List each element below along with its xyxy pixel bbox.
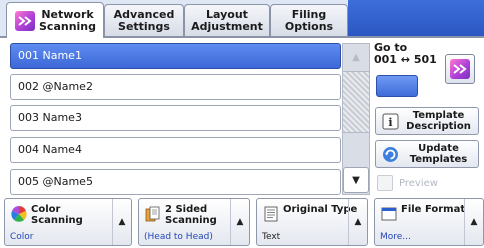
scroll-down-button[interactable]: ▼ — [343, 167, 369, 193]
scrollbar-thumb[interactable] — [342, 71, 370, 133]
scroll-up-button[interactable]: ▲ — [343, 44, 369, 70]
list-item[interactable]: 001 Name1 — [10, 43, 341, 69]
original-type-value: Text — [262, 232, 281, 242]
two-sided-icon — [145, 206, 161, 222]
info-icon: i — [382, 113, 399, 130]
chevron-up-icon: ▲ — [112, 199, 131, 245]
template-description-label: Template Description — [406, 110, 471, 132]
tab-bar-fill — [348, 0, 484, 37]
tab-layout-adjustment[interactable]: Layout Adjustment — [184, 4, 270, 37]
color-scanning-title: Color Scanning — [31, 204, 83, 226]
preview-button[interactable]: Preview — [375, 172, 479, 194]
list-item[interactable]: 003 Name3 — [10, 105, 341, 131]
tab-label: Advanced Settings — [113, 8, 175, 33]
file-format-value: More... — [380, 232, 411, 242]
jump-arrow-icon — [450, 59, 470, 79]
color-wheel-icon — [11, 206, 27, 222]
preview-label: Preview — [399, 177, 438, 189]
update-templates-button[interactable]: Update Templates — [375, 140, 479, 168]
document-icon — [263, 206, 279, 222]
tab-label: Network Scanning — [39, 7, 97, 33]
preview-checkbox — [377, 175, 393, 191]
two-sided-scanning-button[interactable]: 2 Sided Scanning (Head to Head) ▲ — [138, 198, 250, 246]
chevron-up-icon: ▲ — [230, 199, 249, 245]
two-sided-scanning-value: (Head to Head) — [144, 232, 213, 242]
file-format-icon — [381, 206, 397, 222]
update-templates-label: Update Templates — [409, 143, 468, 165]
tab-filing-options[interactable]: Filing Options — [270, 4, 348, 37]
template-description-button[interactable]: i Template Description — [375, 107, 479, 135]
tab-advanced-settings[interactable]: Advanced Settings — [104, 4, 184, 37]
tab-network-scanning[interactable]: Network Scanning — [6, 2, 104, 38]
tab-label: Filing Options — [284, 8, 334, 33]
chevron-up-icon: ▲ — [464, 199, 483, 245]
list-item[interactable]: 005 @Name5 — [10, 169, 341, 195]
file-format-button[interactable]: File Format More... ▲ — [374, 198, 484, 246]
file-format-title: File Format — [401, 204, 466, 215]
color-scanning-value: Color — [10, 232, 34, 242]
tab-label: Layout Adjustment — [191, 8, 263, 33]
goto-jump-button[interactable] — [445, 54, 475, 84]
list-item[interactable]: 004 Name4 — [10, 137, 341, 163]
list-item[interactable]: 002 @Name2 — [10, 74, 341, 100]
refresh-icon — [382, 146, 399, 163]
network-scan-icon — [15, 10, 35, 31]
color-scanning-button[interactable]: Color Scanning Color ▲ — [4, 198, 132, 246]
original-type-button[interactable]: Original Type Text ▲ — [256, 198, 368, 246]
svg-text:i: i — [388, 116, 392, 129]
address-list: 001 Name1 002 @Name2 003 Name3 004 Name4… — [6, 43, 370, 195]
goto-label: Go to 001 ↔ 501 — [374, 41, 437, 66]
chevron-up-icon: ▲ — [348, 199, 367, 245]
original-type-title: Original Type — [283, 204, 358, 215]
two-sided-scanning-title: 2 Sided Scanning — [165, 204, 217, 226]
goto-number-field[interactable] — [376, 75, 418, 97]
